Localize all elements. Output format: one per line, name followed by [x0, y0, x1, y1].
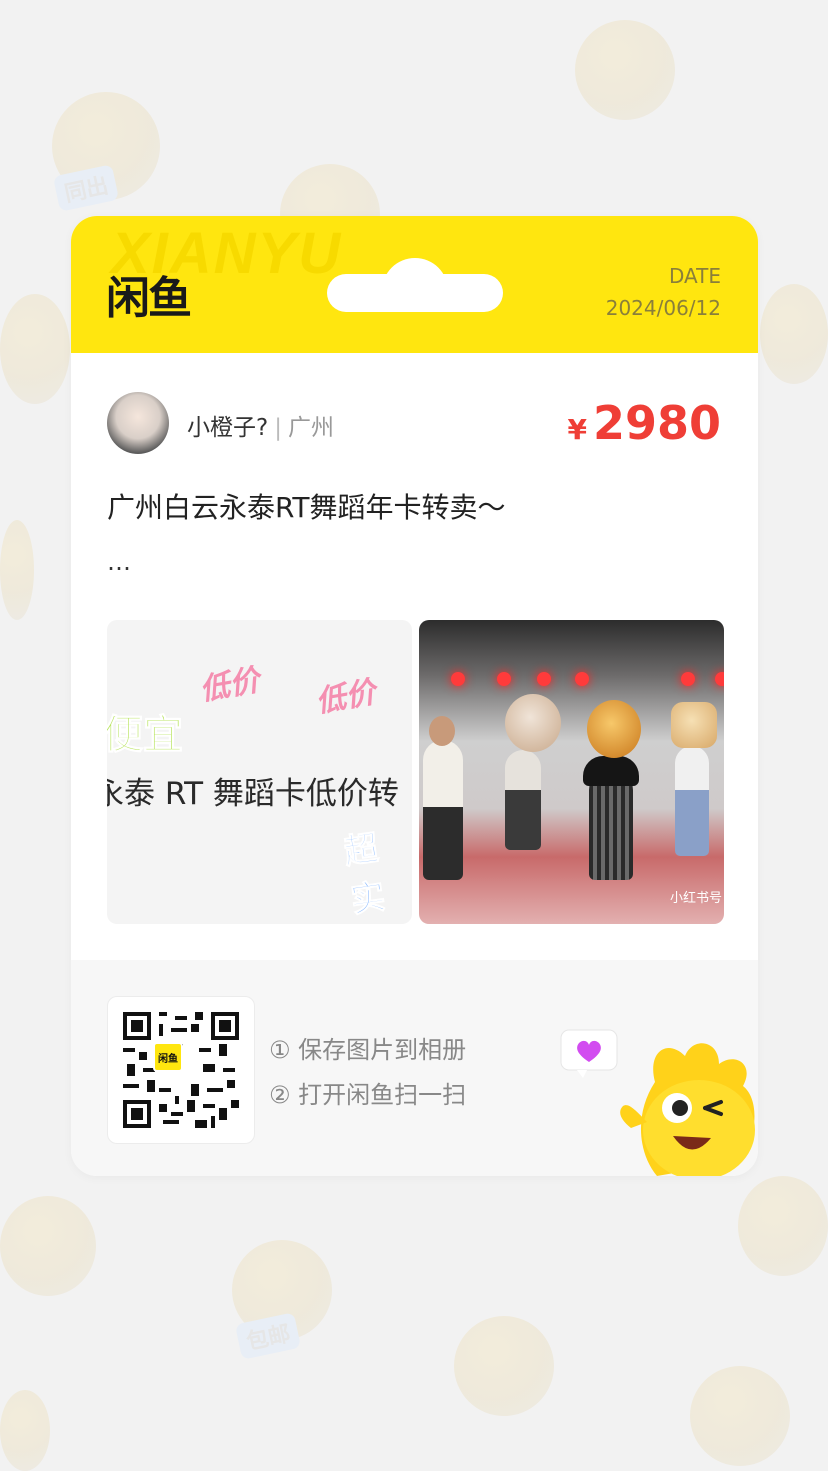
price-amount: 2980 — [592, 396, 721, 450]
dancer-figure — [505, 750, 541, 850]
avatar[interactable] — [107, 392, 169, 454]
qr-code[interactable]: 闲鱼 — [107, 996, 255, 1144]
stage-light — [681, 672, 695, 686]
background-emoji-decoration — [760, 284, 828, 384]
image-watermark: 小红书号 — [669, 891, 722, 906]
date-label: DATE — [668, 264, 721, 288]
background-emoji-decoration — [690, 1366, 790, 1466]
listing-ellipsis: … — [107, 548, 131, 576]
qr-logo-badge: 闲鱼 — [153, 1042, 183, 1072]
background-emoji-decoration — [0, 1390, 50, 1471]
header-pill — [327, 274, 503, 312]
seller-info[interactable]: 小橙子? | 广州 — [187, 408, 334, 442]
stage-light — [451, 672, 465, 686]
stage-light — [575, 672, 589, 686]
dancer-figure — [675, 746, 709, 856]
image-sticker-text: 低价 — [197, 663, 263, 708]
listing-image-1[interactable]: 低价 低价 便宜 永泰 RT 舞蹈卡低价转 超实 — [107, 620, 412, 924]
image-sticker-text: 低价 — [313, 675, 379, 720]
stage-light — [497, 672, 511, 686]
emoji-sticker — [587, 700, 641, 758]
instruction-step-2: ② 打开闲鱼扫一扫 — [269, 1081, 467, 1109]
price-currency: ¥ — [567, 413, 587, 446]
seller-city: 广州 — [287, 415, 334, 441]
background-emoji-decoration — [0, 294, 70, 404]
listing-title: 广州白云永泰RT舞蹈年卡转卖～ — [107, 491, 506, 524]
image-sticker-text: 超实 — [341, 828, 388, 922]
dancer-head — [429, 716, 455, 746]
image-main-text: 永泰 RT 舞蹈卡低价转 — [107, 776, 399, 812]
emoji-sticker — [671, 702, 717, 748]
share-card: XIANYU 闲鱼 DATE 2024/06/12 小橙子? | 广州 ¥2980 … — [71, 216, 758, 1176]
mascot-illustration — [620, 1043, 755, 1176]
seller-name: 小橙子? — [187, 415, 269, 441]
dancer-figure — [589, 770, 633, 880]
background-emoji-decoration — [0, 520, 34, 620]
background-emoji-decoration — [738, 1176, 828, 1276]
dancer-figure — [423, 740, 463, 880]
heart-message-icon — [560, 1029, 618, 1078]
stage-light — [715, 672, 724, 686]
card-footer: 闲鱼 ① 保存图片到相册 ② 打开闲鱼扫一扫 — [71, 960, 758, 1176]
date-value: 2024/06/12 — [605, 296, 721, 320]
stage-light — [537, 672, 551, 686]
seller-separator: | — [274, 415, 282, 441]
background-emoji-decoration — [454, 1316, 554, 1416]
xianyu-logo: 闲鱼 — [106, 273, 192, 324]
listing-image-2[interactable]: 小红书号 — [419, 620, 724, 924]
dancer-figure — [583, 756, 639, 786]
image-sticker-text: 便宜 — [107, 712, 184, 759]
card-header: XIANYU 闲鱼 DATE 2024/06/12 — [71, 216, 758, 353]
background-emoji-decoration — [0, 1196, 96, 1296]
price: ¥2980 — [567, 396, 721, 450]
background-emoji-decoration — [575, 20, 675, 120]
instruction-step-1: ① 保存图片到相册 — [269, 1036, 467, 1064]
emoji-sticker — [505, 694, 561, 752]
